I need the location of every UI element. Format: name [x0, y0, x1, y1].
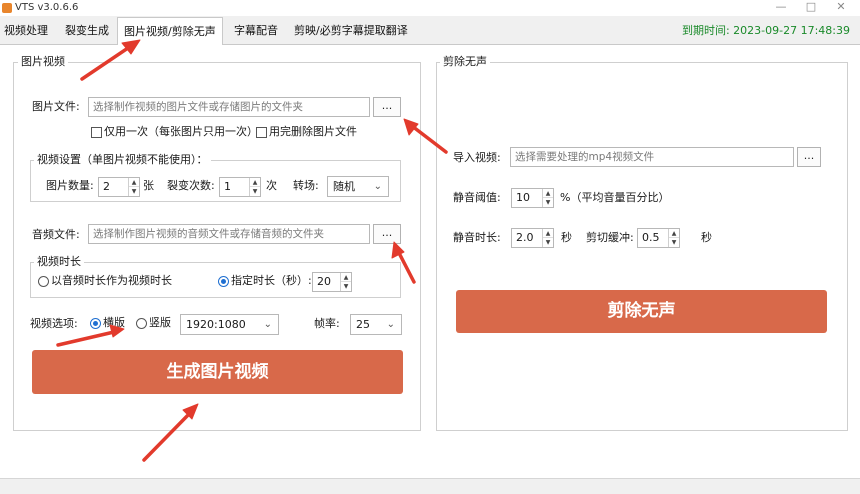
cut-buffer-label: 剪切缓冲:	[586, 231, 634, 244]
window-title: VTS v3.0.6.6	[15, 2, 79, 13]
fixed-duration-down-icon[interactable]: ▼	[341, 282, 351, 291]
use-audio-duration-label: 以音频时长作为视频时长	[51, 274, 172, 287]
fixed-duration-stepper[interactable]: 20 ▲ ▼	[312, 272, 352, 292]
silence-cut-group-title: 剪除无声	[440, 56, 490, 68]
silence-duration-up-icon[interactable]: ▲	[543, 229, 553, 238]
video-options-label: 视频选项:	[30, 317, 78, 330]
image-count-down-icon[interactable]: ▼	[129, 187, 139, 196]
use-audio-duration-radio[interactable]	[38, 276, 49, 287]
cut-buffer-up-icon[interactable]: ▲	[669, 229, 679, 238]
fission-count-stepper[interactable]: 1 ▲ ▼	[219, 177, 261, 197]
minimize-icon[interactable]: —	[766, 0, 796, 16]
landscape-label: 横版	[103, 316, 125, 329]
fission-count-unit: 次	[266, 179, 277, 192]
close-icon[interactable]: ✕	[826, 0, 856, 16]
image-file-label: 图片文件:	[32, 100, 80, 113]
resolution-value: 1920:1080	[186, 318, 246, 331]
video-settings-group-title: 视频设置（单图片视频不能使用）：	[34, 154, 211, 166]
fission-count-label: 裂变次数:	[167, 179, 215, 192]
use-once-label: 仅用一次（每张图片只用一次）	[104, 125, 258, 138]
image-video-group-title: 图片视频	[18, 56, 68, 68]
portrait-radio[interactable]	[136, 318, 147, 329]
image-file-input[interactable]: 选择制作视频的图片文件或存储图片的文件夹	[88, 97, 370, 117]
app-icon	[2, 3, 12, 13]
silence-threshold-down-icon[interactable]: ▼	[543, 198, 553, 207]
status-bar	[0, 478, 860, 494]
silence-threshold-label: 静音阈值:	[453, 191, 501, 204]
silence-threshold-value: 10	[516, 191, 530, 204]
fission-count-down-icon[interactable]: ▼	[250, 187, 260, 196]
silence-threshold-unit: %（平均音量百分比）	[560, 191, 670, 204]
audio-file-input[interactable]: 选择制作图片视频的音频文件或存储音频的文件夹	[88, 224, 370, 244]
fixed-duration-label: 指定时长（秒）:	[231, 274, 312, 287]
resolution-select[interactable]: 1920:1080 ⌄	[180, 314, 279, 335]
cut-buffer-value: 0.5	[642, 231, 660, 244]
silence-duration-value: 2.0	[516, 231, 534, 244]
fixed-duration-value: 20	[317, 275, 331, 288]
cut-buffer-unit: 秒	[701, 231, 712, 244]
video-duration-group-title: 视频时长	[34, 256, 84, 268]
image-count-label: 图片数量:	[46, 179, 94, 192]
silence-threshold-stepper[interactable]: 10 ▲ ▼	[511, 188, 554, 208]
expire-time: 到期时间: 2023-09-27 17:48:39	[681, 24, 850, 37]
image-count-unit: 张	[143, 179, 154, 192]
image-count-stepper[interactable]: 2 ▲ ▼	[98, 177, 140, 197]
import-video-label: 导入视频:	[453, 151, 501, 164]
silence-duration-unit: 秒	[561, 231, 572, 244]
silence-threshold-up-icon[interactable]: ▲	[543, 189, 553, 198]
delete-after-label: 用完删除图片文件	[269, 125, 357, 138]
fission-count-value: 1	[224, 180, 231, 193]
import-video-browse-button[interactable]: ...	[797, 147, 821, 167]
image-count-up-icon[interactable]: ▲	[129, 178, 139, 187]
generate-image-video-button[interactable]: 生成图片视频	[32, 350, 403, 394]
transition-value: 随机	[333, 180, 355, 193]
cut-buffer-down-icon[interactable]: ▼	[669, 238, 679, 247]
portrait-label: 竖版	[149, 316, 171, 329]
fps-label: 帧率:	[314, 317, 340, 330]
chevron-down-icon: ⌄	[263, 319, 272, 330]
transition-select[interactable]: 随机 ⌄	[327, 176, 389, 197]
cut-buffer-stepper[interactable]: 0.5 ▲ ▼	[637, 228, 680, 248]
fission-count-up-icon[interactable]: ▲	[250, 178, 260, 187]
tab-fission-generate[interactable]: 裂变生成	[64, 20, 110, 43]
delete-after-checkbox[interactable]	[256, 127, 267, 138]
cut-silence-button[interactable]: 剪除无声	[456, 290, 827, 333]
tab-subtitle-dubbing[interactable]: 字幕配音	[233, 20, 279, 43]
landscape-radio[interactable]	[90, 318, 101, 329]
title-bar: VTS v3.0.6.6 — □ ✕	[0, 0, 860, 16]
tab-subtitle-extract-translate[interactable]: 剪映/必剪字幕提取翻译	[293, 20, 409, 43]
fps-value: 25	[356, 318, 370, 331]
use-once-checkbox[interactable]	[91, 127, 102, 138]
silence-duration-label: 静音时长:	[453, 231, 501, 244]
tab-image-video-silence-cut[interactable]: 图片视频/剪除无声	[117, 17, 223, 45]
silence-duration-stepper[interactable]: 2.0 ▲ ▼	[511, 228, 554, 248]
fixed-duration-radio[interactable]	[218, 276, 229, 287]
transition-label: 转场:	[293, 179, 319, 192]
import-video-input[interactable]: 选择需要处理的mp4视频文件	[510, 147, 794, 167]
fps-select[interactable]: 25 ⌄	[350, 314, 402, 335]
audio-file-browse-button[interactable]: ...	[373, 224, 401, 244]
chevron-down-icon: ⌄	[386, 319, 395, 330]
tab-video-processing[interactable]: 视频处理	[3, 20, 49, 43]
fixed-duration-up-icon[interactable]: ▲	[341, 273, 351, 282]
maximize-icon[interactable]: □	[796, 0, 826, 16]
silence-duration-down-icon[interactable]: ▼	[543, 238, 553, 247]
image-file-browse-button[interactable]: ...	[373, 97, 401, 117]
image-count-value: 2	[103, 180, 110, 193]
chevron-down-icon: ⌄	[373, 181, 382, 192]
audio-file-label: 音频文件:	[32, 228, 80, 241]
